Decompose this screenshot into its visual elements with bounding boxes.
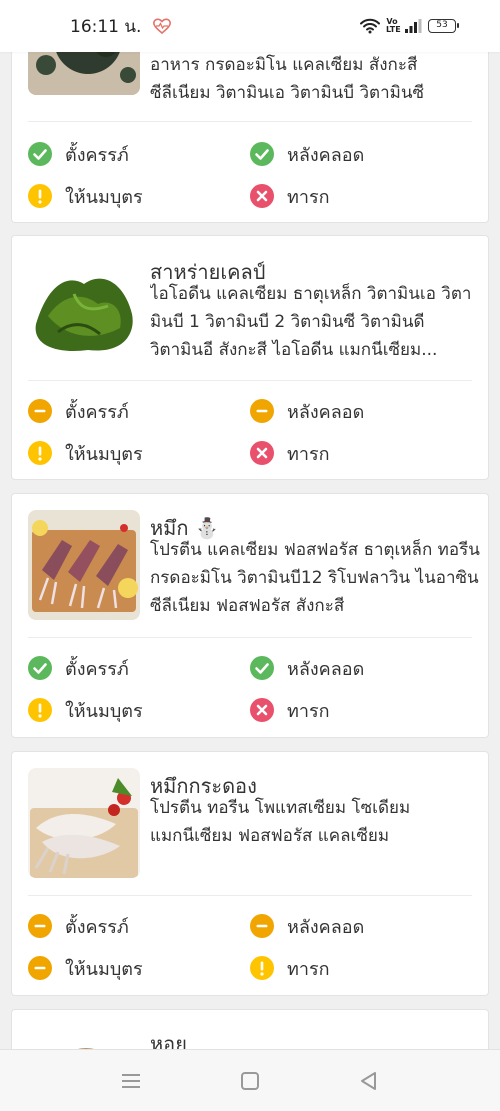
status-pregnant: ตั้งครรภ์ — [28, 913, 129, 939]
check-icon — [250, 142, 274, 166]
exclamation-icon — [28, 698, 52, 722]
back-triangle-icon[interactable] — [357, 1070, 381, 1092]
home-square-icon[interactable] — [238, 1070, 262, 1092]
food-description: โปรตีน ทอรีน โพแทสเซียม โซเดียม แมกนีเซี… — [150, 798, 411, 846]
cross-icon — [250, 184, 274, 208]
exclamation-icon — [250, 956, 274, 980]
food-card[interactable]: หมึก ⛄ โปรตีน แคลเซียม ฟอสฟอรัส ธาตุเหล็… — [11, 493, 489, 738]
cross-icon — [250, 441, 274, 465]
food-description: โปรตีน แคลเซียม ฟอสฟอรัส ธาตุเหล็ก ทอรีน… — [150, 540, 480, 616]
check-icon — [28, 656, 52, 680]
food-description: อาหาร กรดอะมิโน แคลเซียม สังกะสี ซีลีเนี… — [150, 55, 424, 103]
status-postpartum: หลังคลอด — [250, 398, 364, 424]
food-card[interactable]: หมึกกระดอง โปรตีน ทอรีน โพแทสเซียม โซเดี… — [11, 751, 489, 996]
divider — [28, 380, 472, 381]
status-infant: ทารก — [250, 697, 330, 723]
cross-icon — [250, 698, 274, 722]
status-pregnant: ตั้งครรภ์ — [28, 141, 129, 167]
status-breastfeeding: ให้นมบุตร — [28, 440, 143, 466]
system-status-bar: 16:11 น. Vo LTE 53 — [0, 0, 500, 52]
check-icon — [250, 656, 274, 680]
divider — [28, 895, 472, 896]
food-description: ไอโอดีน แคลเซียม ธาตุเหล็ก วิตามินเอ วิต… — [150, 284, 472, 360]
divider — [28, 121, 472, 122]
food-card[interactable]: สาหร่ายเคลป์ ไอโอดีน แคลเซียม ธาตุเหล็ก … — [11, 235, 489, 480]
status-postpartum: หลังคลอด — [250, 141, 364, 167]
divider — [28, 637, 472, 638]
status-postpartum: หลังคลอด — [250, 913, 364, 939]
exclamation-icon — [28, 184, 52, 208]
status-indicators: Vo LTE 53 — [360, 17, 459, 34]
check-icon — [28, 142, 52, 166]
status-pregnant: ตั้งครรภ์ — [28, 398, 129, 424]
minus-icon — [28, 914, 52, 938]
exclamation-icon — [28, 441, 52, 465]
status-infant: ทารก — [250, 955, 330, 981]
battery-icon: 53 — [428, 19, 459, 33]
system-navigation-bar — [0, 1049, 500, 1111]
health-heart-icon — [153, 18, 172, 34]
food-image-cuttlefish — [28, 768, 140, 878]
food-image-kelp — [28, 254, 140, 364]
status-infant: ทารก — [250, 440, 330, 466]
minus-icon — [250, 914, 274, 938]
status-breastfeeding: ให้นมบุตร — [28, 697, 143, 723]
status-breastfeeding: ให้นมบุตร — [28, 183, 143, 209]
wifi-icon — [360, 18, 380, 34]
status-postpartum: หลังคลอด — [250, 655, 364, 681]
menu-icon[interactable] — [119, 1070, 143, 1092]
minus-icon — [28, 399, 52, 423]
status-pregnant: ตั้งครรภ์ — [28, 655, 129, 681]
signal-icon — [405, 19, 422, 33]
status-infant: ทารก — [250, 183, 330, 209]
minus-icon — [250, 399, 274, 423]
minus-icon — [28, 956, 52, 980]
food-image-squid — [28, 510, 140, 620]
volte-indicator: Vo LTE — [386, 17, 401, 34]
status-breastfeeding: ให้นมบุตร — [28, 955, 143, 981]
clock: 16:11 น. — [70, 16, 142, 37]
